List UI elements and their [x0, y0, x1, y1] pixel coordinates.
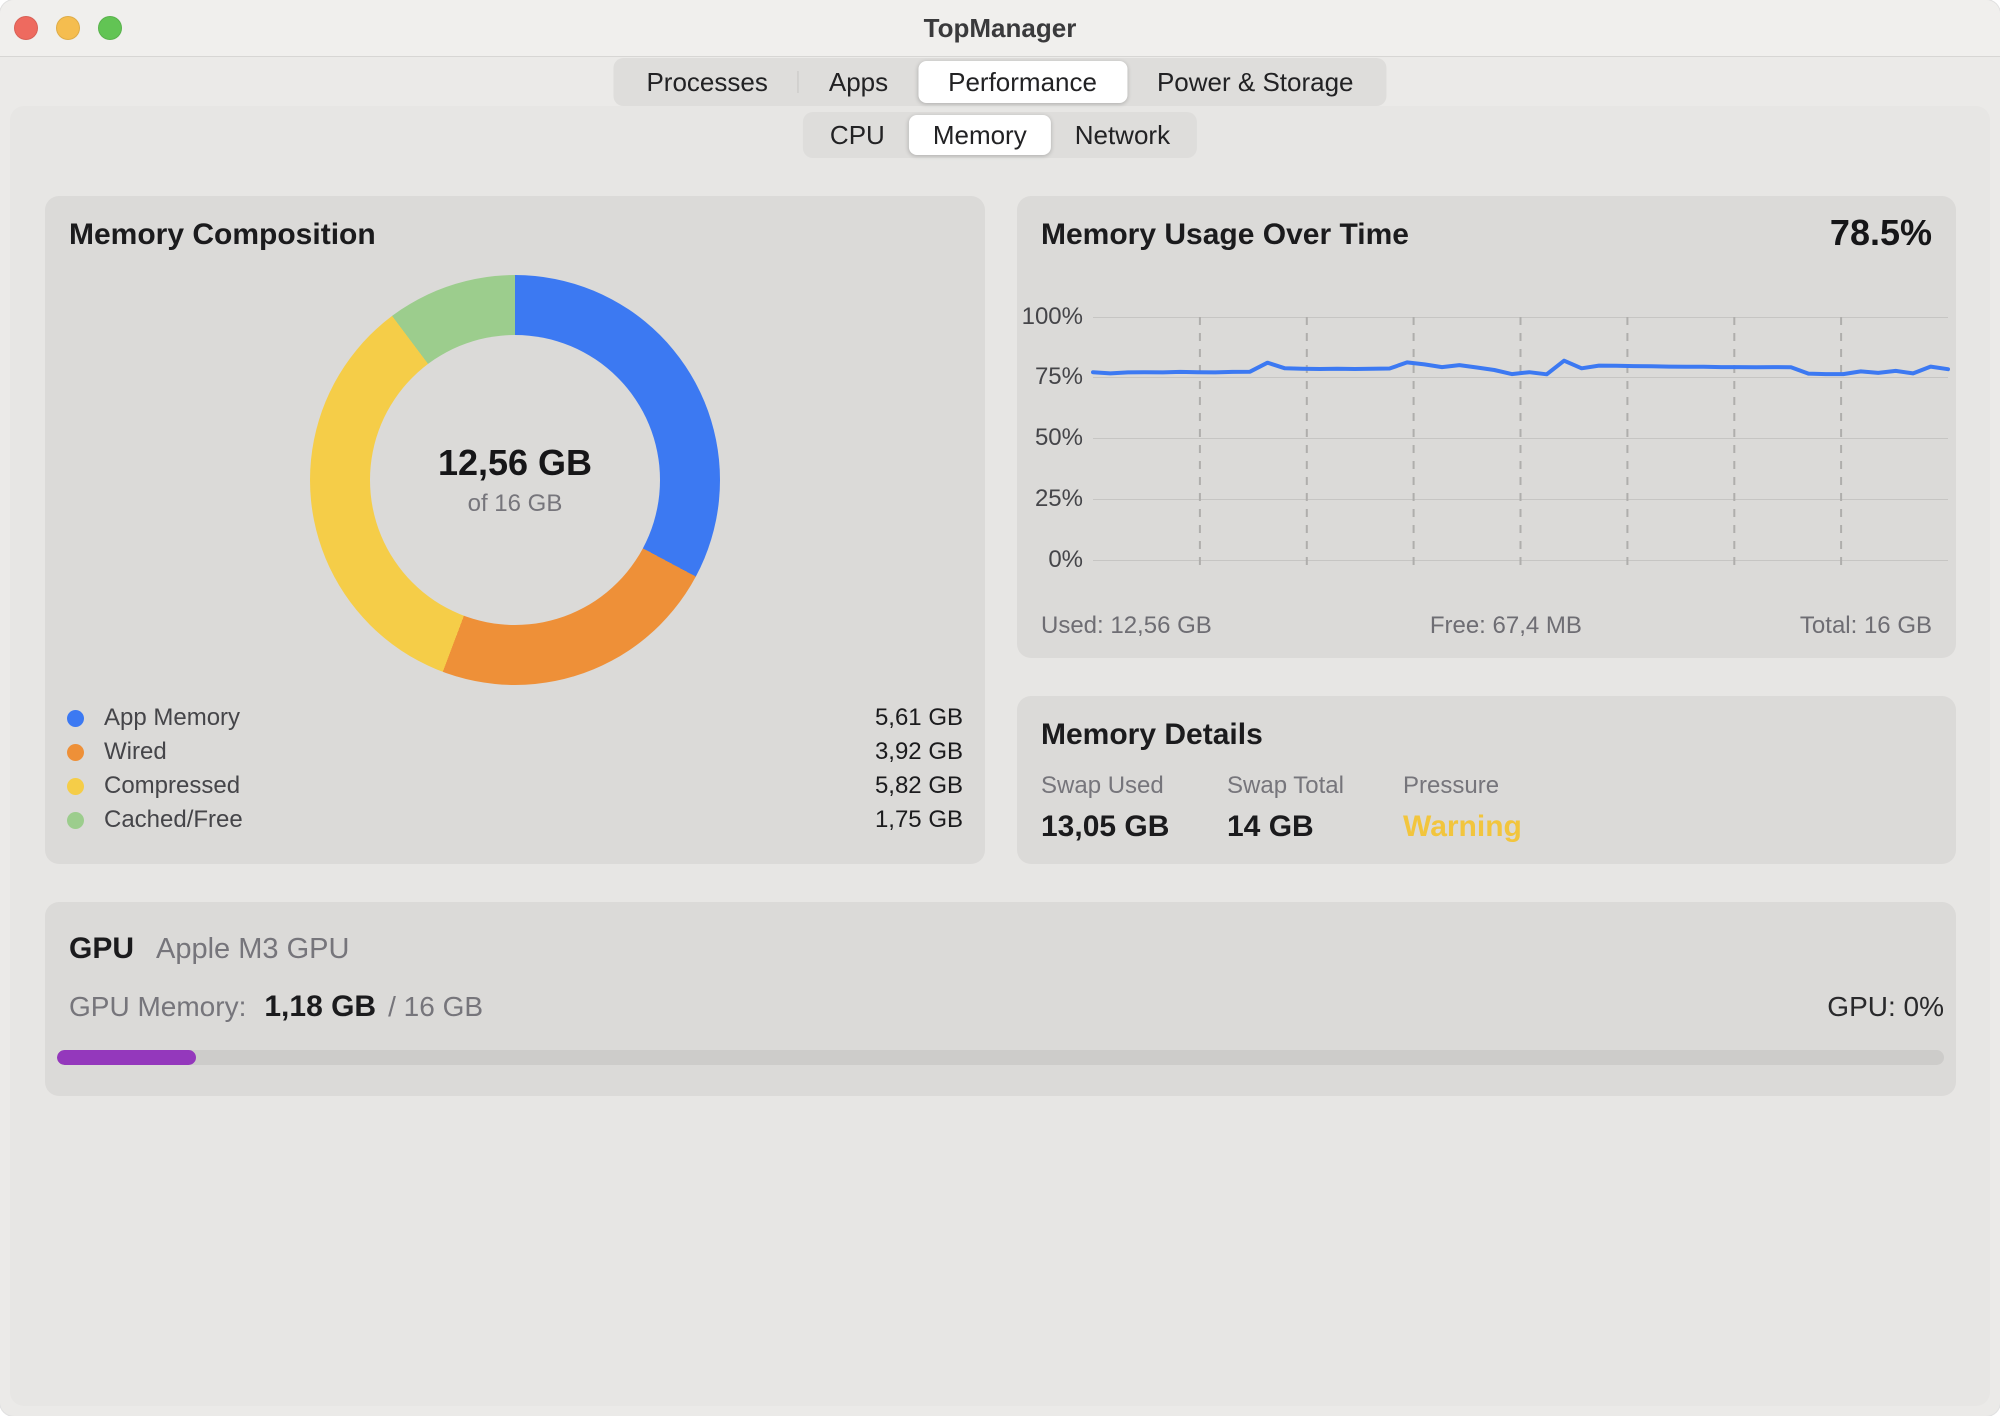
usage-line-chart: 100% 75% 50% 25% 0%: [1017, 300, 1956, 590]
swap-total-column: Swap Total 14 GB: [1227, 772, 1367, 844]
gpu-memory-fill: [57, 1050, 196, 1065]
gpu-memory-total: / 16 GB: [388, 991, 483, 1023]
y-axis-tick: 100%: [1017, 302, 1083, 332]
v-gridlines: [1200, 317, 1841, 568]
gpu-name: Apple M3 GPU: [156, 933, 349, 966]
donut-center: 12,56 GB of 16 GB: [370, 335, 660, 625]
legend-label: Cached/Free: [104, 806, 875, 834]
swap-used-label: Swap Used: [1041, 772, 1191, 800]
subtab-network[interactable]: Network: [1051, 115, 1194, 155]
legend-row-app-memory: App Memory 5,61 GB: [67, 701, 963, 735]
legend-value: 5,61 GB: [875, 704, 963, 732]
gpu-memory-used: 1,18 GB: [264, 990, 376, 1024]
legend-value: 3,92 GB: [875, 738, 963, 766]
legend-label: App Memory: [104, 704, 875, 732]
legend-value: 1,75 GB: [875, 806, 963, 834]
memory-details-panel: Memory Details Swap Used 13,05 GB Swap T…: [1017, 696, 1956, 864]
y-axis-tick: 25%: [1017, 484, 1083, 514]
y-axis-tick: 0%: [1017, 545, 1083, 575]
usage-line-svg: [1093, 300, 1948, 590]
pressure-column: Pressure Warning: [1403, 772, 1522, 844]
gpu-panel: GPU Apple M3 GPU GPU Memory: 1,18 GB / 1…: [45, 902, 1956, 1096]
swap-total-label: Swap Total: [1227, 772, 1367, 800]
memory-composition-panel: Memory Composition 12,56 GB of 16 GB App…: [45, 196, 985, 864]
donut-total-value: of 16 GB: [468, 490, 563, 518]
subtab-memory[interactable]: Memory: [909, 115, 1051, 155]
compressed-dot-icon: [67, 778, 84, 795]
legend-row-wired: Wired 3,92 GB: [67, 735, 963, 769]
tab-apps[interactable]: Apps: [799, 61, 918, 103]
y-axis-tick: 50%: [1017, 423, 1083, 453]
title-bar: TopManager: [0, 0, 2000, 57]
composition-title: Memory Composition: [69, 218, 376, 252]
usage-title: Memory Usage Over Time: [1041, 218, 1409, 252]
legend-label: Wired: [104, 738, 875, 766]
wired-dot-icon: [67, 744, 84, 761]
tab-performance[interactable]: Performance: [918, 61, 1127, 103]
sub-tab-bar: CPU Memory Network: [803, 112, 1197, 158]
stat-used: Used: 12,56 GB: [1041, 612, 1212, 640]
memory-usage-panel: Memory Usage Over Time 78.5% 100% 75% 50…: [1017, 196, 1956, 658]
usage-percent: 78.5%: [1830, 212, 1932, 254]
pressure-label: Pressure: [1403, 772, 1522, 800]
stat-total: Total: 16 GB: [1800, 612, 1932, 640]
y-axis-tick: 75%: [1017, 362, 1083, 392]
pressure-status-badge: Warning: [1403, 810, 1522, 844]
gpu-title: GPU: [69, 932, 134, 966]
usage-stats-row: Used: 12,56 GB Free: 67,4 MB Total: 16 G…: [1041, 612, 1932, 640]
donut-used-value: 12,56 GB: [438, 442, 592, 484]
cached-free-dot-icon: [67, 812, 84, 829]
gpu-memory-row: GPU Memory: 1,18 GB / 16 GB GPU: 0%: [69, 990, 1944, 1024]
swap-total-value: 14 GB: [1227, 810, 1367, 844]
legend-value: 5,82 GB: [875, 772, 963, 800]
window-title: TopManager: [0, 0, 2000, 57]
swap-used-value: 13,05 GB: [1041, 810, 1191, 844]
details-columns: Swap Used 13,05 GB Swap Total 14 GB Pres…: [1041, 772, 1558, 844]
app-memory-dot-icon: [67, 710, 84, 727]
gpu-usage-value: GPU: 0%: [1827, 991, 1944, 1023]
details-title: Memory Details: [1041, 718, 1263, 752]
gpu-memory-label: GPU Memory:: [69, 991, 246, 1023]
tab-power-storage[interactable]: Power & Storage: [1127, 61, 1384, 103]
legend-label: Compressed: [104, 772, 875, 800]
app-window: TopManager Processes Apps Performance Po…: [0, 0, 2000, 1416]
tab-processes[interactable]: Processes: [616, 61, 797, 103]
subtab-cpu[interactable]: CPU: [806, 115, 909, 155]
stat-free: Free: 67,4 MB: [1430, 612, 1582, 640]
legend-row-compressed: Compressed 5,82 GB: [67, 769, 963, 803]
swap-used-column: Swap Used 13,05 GB: [1041, 772, 1191, 844]
composition-legend: App Memory 5,61 GB Wired 3,92 GB Compres…: [67, 701, 963, 837]
gpu-header-row: GPU Apple M3 GPU: [69, 932, 349, 966]
main-tab-bar: Processes Apps Performance Power & Stora…: [613, 58, 1386, 106]
gpu-memory-bar-track: [57, 1050, 1944, 1065]
legend-row-cached-free: Cached/Free 1,75 GB: [67, 803, 963, 837]
memory-donut-chart: 12,56 GB of 16 GB: [310, 275, 720, 685]
